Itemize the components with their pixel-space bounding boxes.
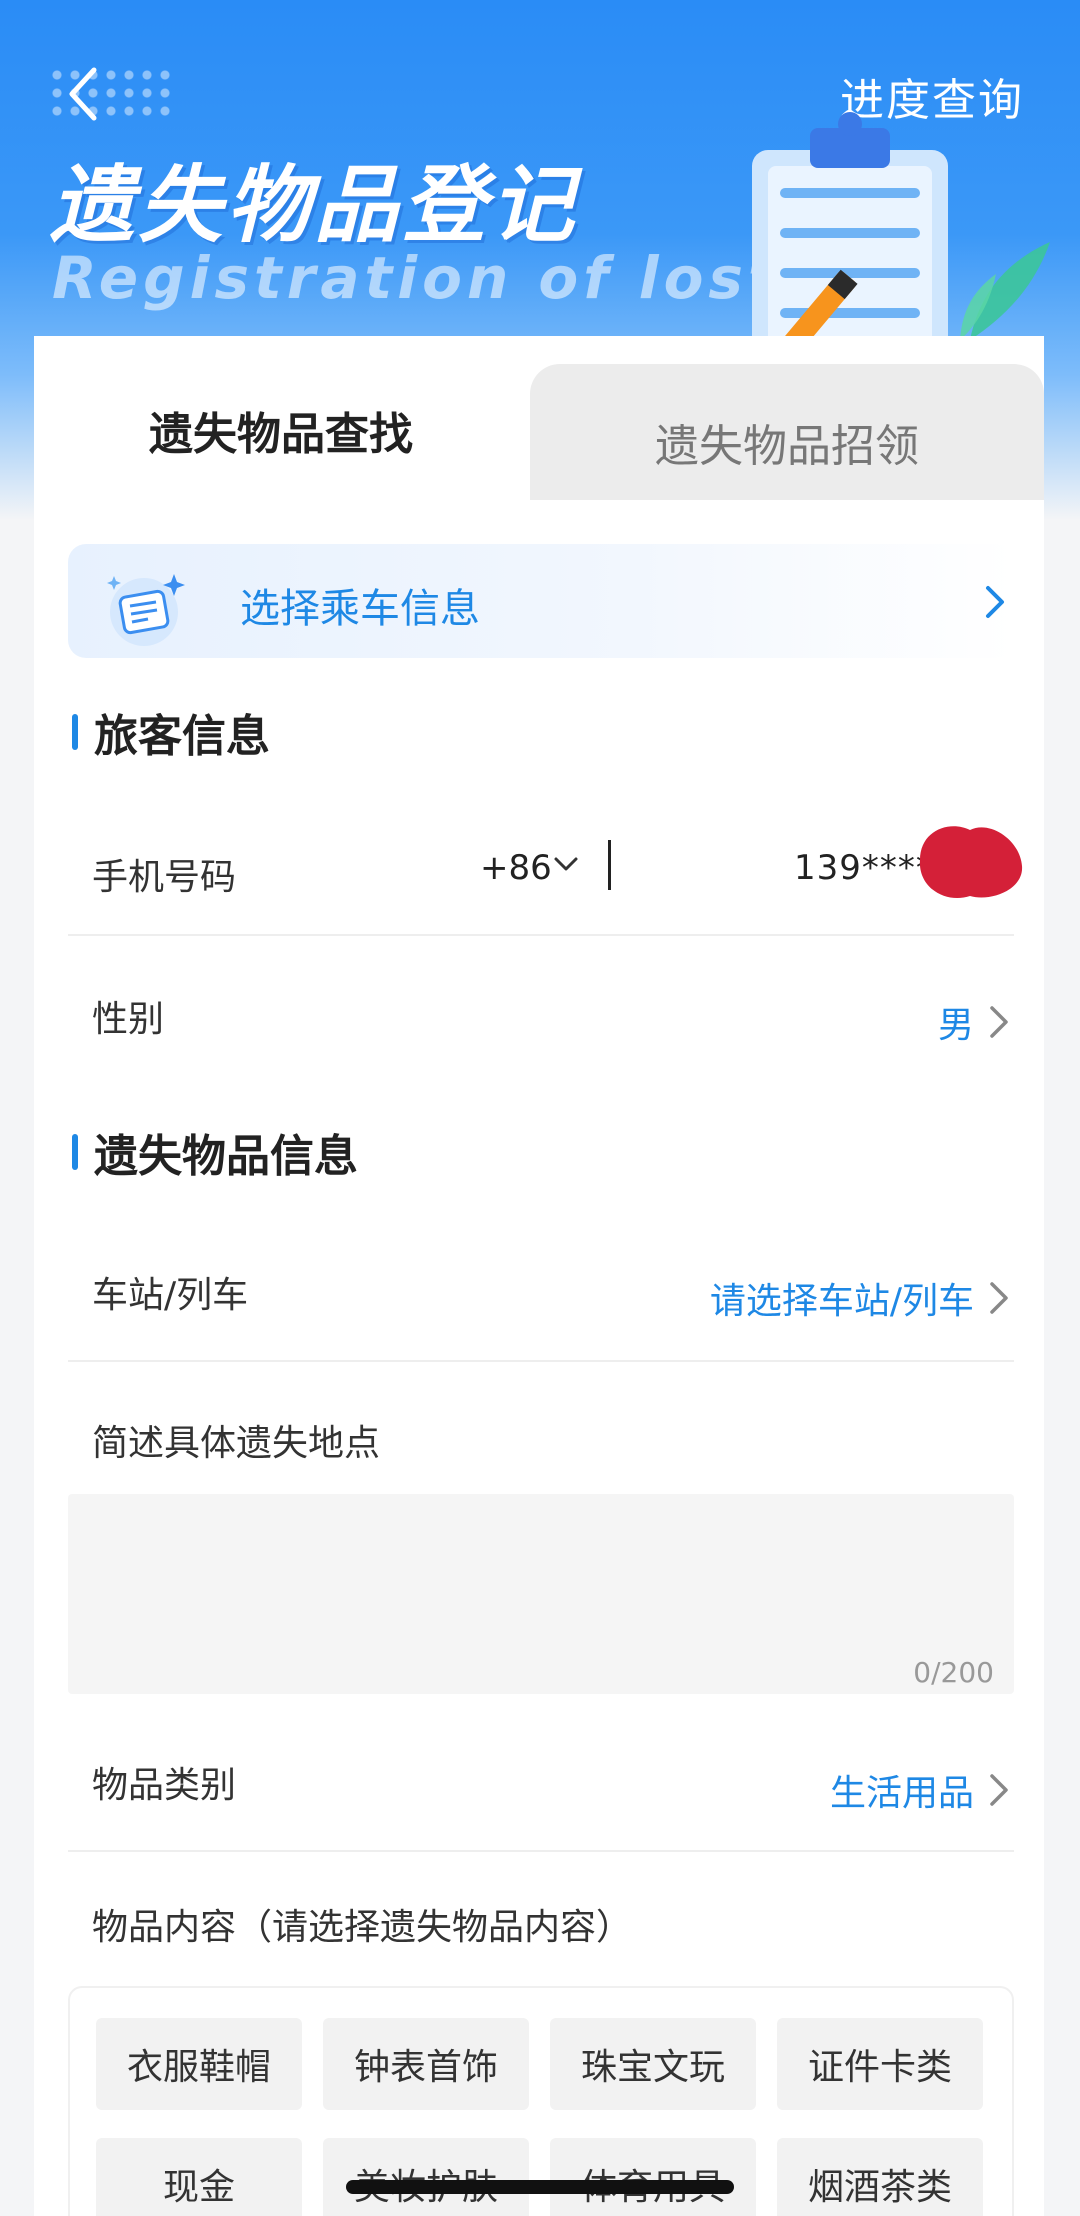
back-button[interactable] xyxy=(48,60,178,124)
phone-label: 手机号码 xyxy=(92,857,237,898)
chevron-down-icon xyxy=(554,857,578,871)
chevron-left-icon xyxy=(69,67,97,121)
section-accent-bar xyxy=(72,714,78,750)
section-title: 旅客信息 xyxy=(94,711,270,762)
divider xyxy=(68,934,1014,936)
divider xyxy=(68,1850,1014,1852)
chip-option[interactable]: 钟表首饰 xyxy=(323,2018,529,2110)
content-label: 物品内容（请选择遗失物品内容） xyxy=(92,1907,633,1948)
clipboard-illustration-icon xyxy=(752,112,948,370)
divider xyxy=(68,1360,1014,1362)
station-select: 请选择车站/列车 xyxy=(709,1281,974,1322)
tab-label: 遗失物品查找 xyxy=(149,409,413,460)
chip-option[interactable]: 体育用具 xyxy=(550,2138,756,2216)
gender-label: 性别 xyxy=(92,999,165,1040)
location-row: 简述具体遗失地点 xyxy=(68,1380,1014,1480)
chevron-right-icon xyxy=(990,1774,1008,1806)
section-title: 遗失物品信息 xyxy=(94,1131,358,1182)
select-trip-banner[interactable]: 选择乘车信息 xyxy=(68,544,1014,658)
chevron-right-icon xyxy=(990,1282,1008,1314)
home-indicator[interactable] xyxy=(346,2180,734,2194)
station-row[interactable]: 车站/列车 请选择车站/列车 xyxy=(68,1226,1014,1356)
ticket-sparkle-icon xyxy=(107,574,185,646)
category-value: 生活用品 xyxy=(829,1773,974,1814)
chip-option[interactable]: 衣服鞋帽 xyxy=(96,2018,302,2110)
location-label: 简述具体遗失地点 xyxy=(92,1423,381,1464)
tab-lost-item-claim[interactable]: 遗失物品招领 xyxy=(530,364,1044,500)
page-subtitle: Registration of lost xyxy=(52,244,781,312)
gender-value: 男 xyxy=(937,1005,974,1046)
select-trip-label: 选择乘车信息 xyxy=(240,586,480,632)
station-label: 车站/列车 xyxy=(92,1275,249,1316)
leaf-decoration-icon xyxy=(960,242,1050,340)
gender-row[interactable]: 性别 男 xyxy=(68,950,1014,1080)
tab-label: 遗失物品招领 xyxy=(655,421,919,472)
country-code-selector[interactable]: +86 xyxy=(480,848,552,888)
section-passenger-info: 旅客信息 xyxy=(72,700,270,764)
tab-lost-item-search[interactable]: 遗失物品查找 xyxy=(34,336,528,516)
content-row: 物品内容（请选择遗失物品内容） xyxy=(68,1866,1014,1966)
chip-option[interactable]: 烟酒茶类 xyxy=(777,2138,983,2216)
page-title: 遗失物品登记 xyxy=(50,156,579,254)
section-accent-bar xyxy=(72,1134,78,1170)
chip-option[interactable]: 珠宝文玩 xyxy=(550,2018,756,2110)
char-counter: 0/200 xyxy=(913,1656,994,1689)
category-label: 物品类别 xyxy=(92,1765,237,1806)
location-textarea[interactable] xyxy=(68,1494,1014,1694)
chip-option[interactable]: 证件卡类 xyxy=(777,2018,983,2110)
category-row[interactable]: 物品类别 生活用品 xyxy=(68,1720,1014,1850)
chevron-right-icon xyxy=(986,586,1004,618)
chip-option[interactable]: 现金 xyxy=(96,2138,302,2216)
chip-option[interactable]: 美妆护肤 xyxy=(323,2138,529,2216)
section-lost-item-info: 遗失物品信息 xyxy=(72,1120,358,1184)
input-divider xyxy=(608,840,611,890)
redaction-mark xyxy=(919,826,1023,899)
chevron-right-icon xyxy=(990,1006,1008,1038)
